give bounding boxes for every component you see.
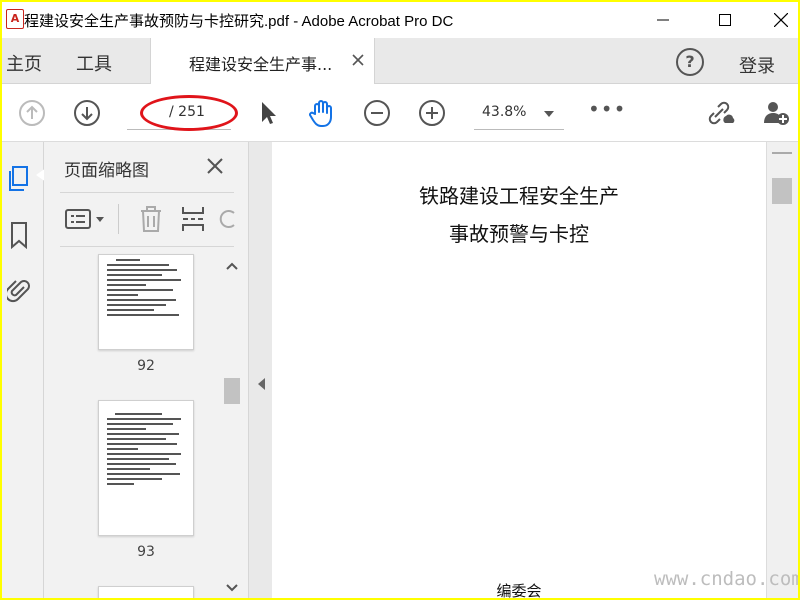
trash-icon (141, 206, 161, 232)
window-title: 程建设安全生产事故预防与卡控研究.pdf - Adobe Acrobat Pro… (24, 13, 454, 30)
thumbnail-options-menu[interactable] (64, 204, 110, 234)
tab-home[interactable]: 主页 (6, 50, 42, 76)
scroll-up-icon[interactable] (226, 262, 238, 270)
select-cursor-icon (262, 102, 276, 124)
acrobat-window: A 程建设安全生产事故预防与卡控研究.pdf - Adobe Acrobat P… (2, 2, 798, 598)
scrollbar-top-line (772, 152, 792, 166)
document-scrollbar[interactable] (766, 142, 798, 598)
zoom-out-button[interactable] (361, 97, 393, 129)
maximize-icon (719, 14, 731, 26)
insert-page-icon (182, 207, 204, 231)
acrobat-app-icon[interactable]: A (6, 9, 24, 29)
thumbnail-text-lines (107, 413, 185, 488)
toolbar-divider (118, 204, 119, 234)
prev-page-icon (19, 100, 45, 126)
toolbar: / 251 43.8% ••• (2, 84, 798, 142)
zoom-in-icon (419, 100, 445, 126)
bookmark-icon (11, 222, 27, 249)
zoom-select[interactable]: 43.8% (474, 96, 564, 130)
page-thumbnail[interactable] (98, 586, 194, 598)
insert-page-button[interactable] (178, 204, 208, 234)
next-page-button[interactable] (71, 97, 103, 129)
close-panel-icon[interactable] (206, 157, 224, 175)
thumbnails-scrollbar[interactable] (222, 254, 242, 598)
zoom-in-button[interactable] (416, 97, 448, 129)
scrollbar-thumb[interactable] (772, 178, 792, 204)
scrollbar-thumb[interactable] (224, 378, 240, 404)
page-thumbnail[interactable] (98, 400, 194, 536)
left-navigation-rail (2, 142, 46, 598)
bookmarks-button[interactable] (6, 220, 32, 250)
help-button[interactable]: ? (676, 48, 704, 76)
tab-document[interactable]: 程建设安全生产事... (150, 38, 375, 84)
next-page-icon (74, 100, 100, 126)
title-bar: A 程建设安全生产事故预防与卡控研究.pdf - Adobe Acrobat P… (2, 2, 798, 38)
add-user-button[interactable] (760, 97, 792, 129)
share-link-icon (708, 101, 735, 125)
page-thumbnails-button[interactable] (6, 164, 32, 194)
rotate-icon (219, 210, 235, 228)
tab-bar: 主页 工具 程建设安全生产事... ? 登录 (2, 38, 798, 84)
document-tab-label: 程建设安全生产事... (189, 55, 333, 74)
thumbnail-page-number: 93 (137, 544, 155, 560)
highlight-annotation-oval (140, 95, 238, 131)
minimize-button[interactable] (640, 2, 686, 38)
paperclip-icon (7, 280, 30, 303)
site-watermark: www.cndao.com (654, 568, 798, 590)
more-tools-button[interactable]: ••• (588, 97, 626, 121)
close-window-button[interactable] (758, 2, 798, 38)
thumbnail-text-lines (107, 259, 185, 319)
thumbnails-panel-title: 页面缩略图 (64, 161, 149, 181)
minimize-icon (657, 19, 669, 21)
tab-tools[interactable]: 工具 (76, 50, 112, 76)
hand-tool-button[interactable] (306, 97, 338, 129)
attachments-button[interactable] (6, 276, 32, 306)
page-thumbnails-icon (9, 166, 28, 191)
share-link-button[interactable] (705, 97, 737, 129)
delete-page-button[interactable] (136, 204, 166, 234)
page-thumbnail[interactable] (98, 254, 194, 350)
thumbnail-page-number: 92 (137, 358, 155, 374)
document-title-line2: 事故预警与卡控 (449, 222, 589, 246)
document-page: 铁路建设工程安全生产 事故预警与卡控 编委会 (272, 142, 766, 598)
zoom-value: 43.8% (482, 104, 527, 120)
page-thumbnails-panel: 页面缩略图 92 93 (44, 142, 249, 598)
add-user-icon (764, 102, 789, 125)
zoom-out-icon (364, 100, 390, 126)
close-icon (774, 13, 788, 27)
login-button[interactable]: 登录 (739, 52, 775, 78)
hand-tool-icon (309, 100, 332, 127)
prev-page-button[interactable] (16, 97, 48, 129)
panel-divider (60, 246, 234, 247)
maximize-button[interactable] (702, 2, 748, 38)
scroll-down-icon[interactable] (226, 584, 238, 592)
close-tab-icon[interactable] (351, 53, 365, 67)
panel-divider (60, 192, 234, 193)
document-title-line1: 铁路建设工程安全生产 (419, 184, 619, 208)
rotate-page-button[interactable] (218, 204, 238, 234)
panel-collapse-strip[interactable] (249, 142, 272, 598)
select-tool-button[interactable] (252, 97, 284, 129)
chevron-down-icon (544, 111, 554, 117)
options-list-icon (65, 209, 104, 229)
collapse-arrow-icon (258, 378, 265, 390)
